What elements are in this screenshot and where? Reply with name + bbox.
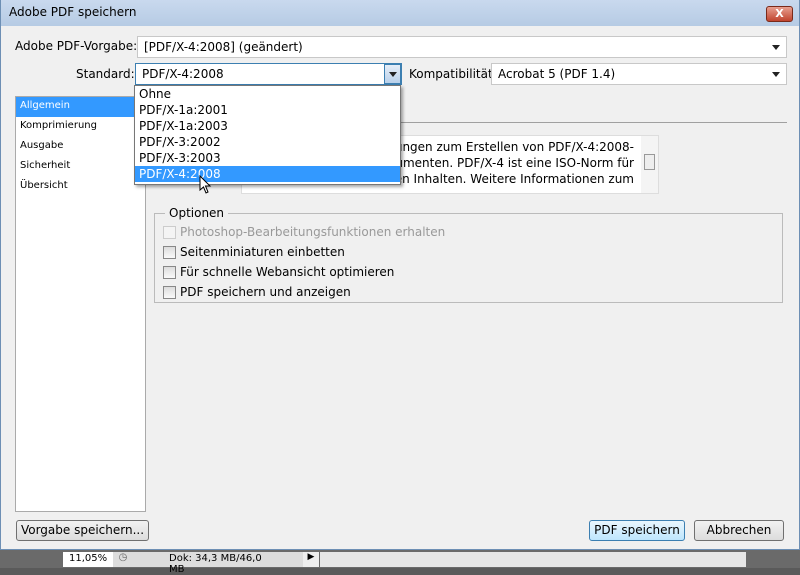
- checkbox-label: Für schnelle Webansicht optimieren: [180, 265, 395, 279]
- close-button[interactable]: X: [766, 6, 793, 22]
- checkbox-icon: [163, 245, 176, 259]
- chevron-down-icon: [389, 72, 397, 77]
- checkbox-icon: [163, 285, 176, 299]
- standard-label: Standard:: [76, 67, 135, 81]
- standard-value: PDF/X-4:2008: [142, 67, 224, 81]
- horizontal-scrollbar[interactable]: [320, 552, 746, 567]
- preset-value: [PDF/X-4:2008] (geändert): [144, 40, 303, 54]
- compat-select[interactable]: Acrobat 5 (PDF 1.4): [491, 63, 787, 85]
- preset-label: Adobe PDF-Vorgabe:: [15, 39, 138, 53]
- option-x1a-2003[interactable]: PDF/X-1a:2003: [135, 118, 400, 134]
- checkbox-icon: [163, 265, 176, 279]
- standard-dropdown-button[interactable]: [384, 64, 401, 84]
- zoom-field[interactable]: 11,05%: [63, 552, 113, 567]
- checkbox-icon: [163, 225, 176, 239]
- compat-label: Kompatibilität:: [409, 67, 497, 81]
- option-ohne[interactable]: Ohne: [135, 86, 400, 102]
- standard-dropdown-list: Ohne PDF/X-1a:2001 PDF/X-1a:2003 PDF/X-3…: [134, 85, 401, 185]
- chevron-down-icon: [772, 72, 780, 77]
- sidebar-item-uebersicht[interactable]: Übersicht: [16, 177, 145, 197]
- chevron-down-icon: [772, 45, 780, 50]
- title-bar: Adobe PDF speichern X: [1, 0, 799, 26]
- sidebar-item-allgemein[interactable]: Allgemein: [16, 97, 145, 117]
- scroll-thumb[interactable]: [644, 154, 655, 170]
- option-x4-2008[interactable]: PDF/X-4:2008: [135, 166, 400, 182]
- checkbox-label: PDF speichern und anzeigen: [180, 285, 351, 299]
- sidebar-item-sicherheit[interactable]: Sicherheit: [16, 157, 145, 177]
- option-x3-2002[interactable]: PDF/X-3:2002: [135, 134, 400, 150]
- options-group: Optionen Photoshop-Bearbeitungsfunktione…: [154, 206, 783, 303]
- save-pdf-button[interactable]: PDF speichern: [589, 520, 685, 541]
- option-x3-2003[interactable]: PDF/X-3:2003: [135, 150, 400, 166]
- fast-web-view-checkbox[interactable]: Für schnelle Webansicht optimieren: [163, 263, 394, 281]
- checkbox-label: Seitenminiaturen einbetten: [180, 245, 345, 259]
- status-bar: 11,05% ◷ Dok: 34,3 MB/46,0 MB ▶: [0, 550, 800, 575]
- save-pdf-dialog: Adobe PDF speichern X Adobe PDF-Vorgabe:…: [0, 0, 800, 550]
- option-x1a-2001[interactable]: PDF/X-1a:2001: [135, 102, 400, 118]
- options-title: Optionen: [165, 206, 229, 220]
- doc-size: Dok: 34,3 MB/46,0 MB: [133, 552, 303, 575]
- save-preset-button[interactable]: Vorgabe speichern...: [16, 520, 149, 541]
- checkbox-label: Photoshop-Bearbeitungsfunktionen erhalte…: [180, 225, 446, 239]
- section-list: Allgemein Komprimierung Ausgabe Sicherhe…: [15, 96, 146, 512]
- dialog-title: Adobe PDF speichern: [9, 5, 137, 19]
- preset-select[interactable]: [PDF/X-4:2008] (geändert): [137, 36, 787, 58]
- preserve-editing-checkbox[interactable]: Photoshop-Bearbeitungsfunktionen erhalte…: [163, 223, 445, 241]
- sidebar-item-komprimierung[interactable]: Komprimierung: [16, 117, 145, 137]
- embed-thumbnails-checkbox[interactable]: Seitenminiaturen einbetten: [163, 243, 345, 261]
- description-scrollbar[interactable]: [641, 136, 658, 193]
- status-menu-arrow-icon[interactable]: ▶: [303, 552, 319, 567]
- cancel-button[interactable]: Abbrechen: [694, 520, 784, 541]
- view-after-save-checkbox[interactable]: PDF speichern und anzeigen: [163, 283, 351, 301]
- standard-select[interactable]: PDF/X-4:2008: [135, 63, 402, 85]
- sidebar-item-ausgabe[interactable]: Ausgabe: [16, 137, 145, 157]
- compat-value: Acrobat 5 (PDF 1.4): [498, 67, 616, 81]
- export-icon[interactable]: ◷: [113, 552, 133, 567]
- mouse-cursor-icon: [199, 175, 212, 194]
